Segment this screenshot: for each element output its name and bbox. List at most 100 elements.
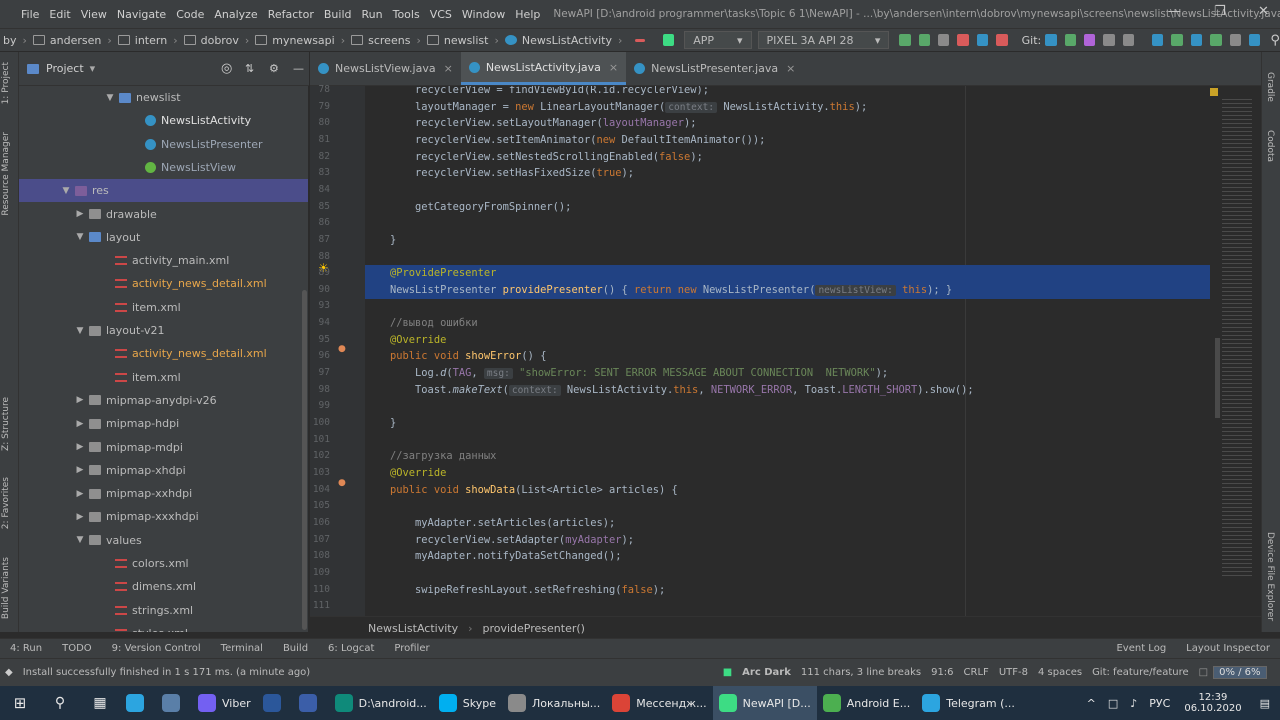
taskbar-app[interactable]: Skype: [433, 686, 502, 720]
code-line[interactable]: //вывод ошибки: [365, 315, 1210, 332]
code-line[interactable]: @Override: [365, 332, 1210, 349]
avd-manager-icon[interactable]: [1190, 34, 1203, 46]
profile-icon[interactable]: [976, 34, 989, 46]
tab-resource-manager[interactable]: Resource Manager: [1, 132, 11, 216]
tool-tab-6-logcat[interactable]: 6: Logcat: [318, 643, 384, 654]
line-separator[interactable]: CRLF: [959, 667, 994, 678]
project-view-title[interactable]: Project: [46, 62, 84, 75]
breadcrumb-class[interactable]: NewsListActivity: [368, 622, 458, 635]
code-line[interactable]: getCategoryFromSpinner();: [365, 199, 1210, 216]
chevron-right-icon[interactable]: ▶: [74, 442, 86, 452]
tree-item[interactable]: activity_main.xml: [19, 249, 308, 272]
tool-tab-4-run[interactable]: 4: Run: [0, 643, 52, 654]
taskbar-app[interactable]: D:\android...: [329, 686, 433, 720]
notifications-icon[interactable]: ▤: [1250, 697, 1280, 710]
minimize-icon[interactable]: —: [1168, 4, 1181, 19]
device-manager-icon[interactable]: [1248, 34, 1261, 46]
chevron-right-icon[interactable]: ▶: [74, 489, 86, 499]
tree-item[interactable]: NewsListPresenter: [19, 133, 308, 156]
tree-item[interactable]: activity_news_detail.xml: [19, 272, 308, 295]
close-tab-icon[interactable]: ×: [609, 61, 618, 74]
tree-item[interactable]: ▶ mipmap-xxxhdpi: [19, 505, 308, 528]
project-structure-icon[interactable]: [1152, 34, 1164, 46]
code-line[interactable]: recyclerView.setItemAnimator(new Default…: [365, 132, 1210, 149]
tool-tab-build[interactable]: Build: [273, 643, 318, 654]
sdk-manager-icon[interactable]: [1171, 34, 1183, 46]
breadcrumb-item[interactable]: intern ›: [115, 34, 181, 47]
debug-icon[interactable]: [938, 34, 950, 46]
tree-item[interactable]: item.xml: [19, 366, 308, 389]
chevron-right-icon[interactable]: ▶: [74, 512, 86, 522]
menu-item-build[interactable]: Build: [319, 8, 357, 21]
chevron-right-icon[interactable]: ▶: [74, 209, 86, 219]
editor-scrollbar[interactable]: [1210, 86, 1261, 616]
menu-item-window[interactable]: Window: [457, 8, 510, 21]
close-tab-icon[interactable]: ×: [786, 62, 795, 75]
tool-tab-terminal[interactable]: Terminal: [211, 643, 273, 654]
tree-item[interactable]: item.xml: [19, 296, 308, 319]
code-line[interactable]: public void showData(List<Article> artic…: [365, 482, 1210, 499]
breadcrumb-item[interactable]: NewsListActivity ›: [502, 34, 626, 47]
taskbar-app[interactable]: Android E...: [817, 686, 916, 720]
code-line[interactable]: @Override: [365, 465, 1210, 482]
menu-item-refactor[interactable]: Refactor: [263, 8, 319, 21]
tree-item[interactable]: ▼ layout: [19, 226, 308, 249]
breadcrumb-item[interactable]: andersen ›: [30, 34, 115, 47]
git-push-icon[interactable]: [1083, 34, 1096, 46]
code-line[interactable]: Log.d(TAG, msg: "showError: SENT ERROR M…: [365, 365, 1210, 382]
network-icon[interactable]: □: [1102, 697, 1124, 710]
memory-indicator[interactable]: 0% / 6%: [1213, 666, 1267, 679]
git-update-icon[interactable]: [1045, 34, 1057, 46]
taskbar-app[interactable]: [257, 686, 293, 720]
code-line[interactable]: recyclerView.setAdapter(myAdapter);: [365, 532, 1210, 549]
code-line[interactable]: [365, 432, 1210, 449]
taskbar-app[interactable]: [120, 686, 156, 720]
taskbar-app[interactable]: [156, 686, 192, 720]
code-line[interactable]: @ProvidePresenter: [365, 265, 1210, 283]
code-line[interactable]: [365, 182, 1210, 199]
code-line[interactable]: [365, 565, 1210, 582]
tray-chevron-icon[interactable]: ^: [1081, 697, 1102, 710]
tool-tab-todo[interactable]: TODO: [52, 643, 102, 654]
tool-tab-profiler[interactable]: Profiler: [384, 643, 439, 654]
tree-item[interactable]: ▶ drawable: [19, 203, 308, 226]
tab-newslistactivity-java[interactable]: NewsListActivity.java ×: [460, 52, 627, 85]
language-indicator[interactable]: РУС: [1143, 697, 1176, 710]
tool-tab-9-version-control[interactable]: 9: Version Control: [102, 643, 211, 654]
tree-item[interactable]: ▼ res: [19, 179, 308, 203]
menu-item-help[interactable]: Help: [510, 8, 545, 21]
volume-icon[interactable]: ♪: [1124, 697, 1143, 710]
tab-device-file-explorer[interactable]: Device File Explorer: [1265, 532, 1275, 621]
tree-item[interactable]: ▼ values: [19, 529, 308, 552]
code-line[interactable]: }: [365, 415, 1210, 432]
chevron-right-icon[interactable]: ▶: [74, 395, 86, 405]
breadcrumb-item[interactable]: dobrov ›: [181, 34, 253, 47]
chevron-down-icon[interactable]: ▼: [60, 186, 72, 196]
taskbar-app[interactable]: Telegram (...: [916, 686, 1021, 720]
gear-icon[interactable]: ⚙: [269, 62, 279, 75]
search-icon[interactable]: ⚲: [1270, 33, 1280, 48]
tab-codota[interactable]: Codota: [1265, 130, 1275, 162]
tool-tab-layout-inspector[interactable]: Layout Inspector: [1176, 643, 1280, 654]
code-editor[interactable]: recyclerView = findViewById(R.id.recycle…: [365, 86, 1210, 616]
apply-changes-icon[interactable]: [899, 34, 911, 46]
code-line[interactable]: [365, 498, 1210, 515]
tree-item[interactable]: ▶ mipmap-mdpi: [19, 436, 308, 459]
code-line[interactable]: NewsListPresenter providePresenter() { r…: [365, 281, 1210, 299]
tree-item[interactable]: ▶ mipmap-xxhdpi: [19, 482, 308, 505]
history-icon[interactable]: [1103, 34, 1115, 46]
menu-item-code[interactable]: Code: [171, 8, 209, 21]
code-line[interactable]: [365, 398, 1210, 415]
tab-favorites[interactable]: 2: Favorites: [1, 477, 11, 529]
code-line[interactable]: recyclerView.setLayoutManager(layoutMana…: [365, 115, 1210, 132]
menu-item-file[interactable]: File: [16, 8, 44, 21]
tab-newslistview-java[interactable]: NewsListView.java ×: [310, 52, 461, 85]
breadcrumb-item[interactable]: mynewsapi ›: [252, 34, 348, 47]
tree-item[interactable]: ▶ mipmap-anydpi-v26: [19, 389, 308, 412]
taskbar-app[interactable]: Viber: [192, 686, 257, 720]
task-view-icon[interactable]: ▦: [80, 686, 120, 720]
tab-gradle[interactable]: Gradle: [1265, 72, 1275, 102]
tree-item[interactable]: colors.xml: [19, 552, 308, 575]
code-line[interactable]: [365, 298, 1210, 315]
menu-item-run[interactable]: Run: [357, 8, 388, 21]
